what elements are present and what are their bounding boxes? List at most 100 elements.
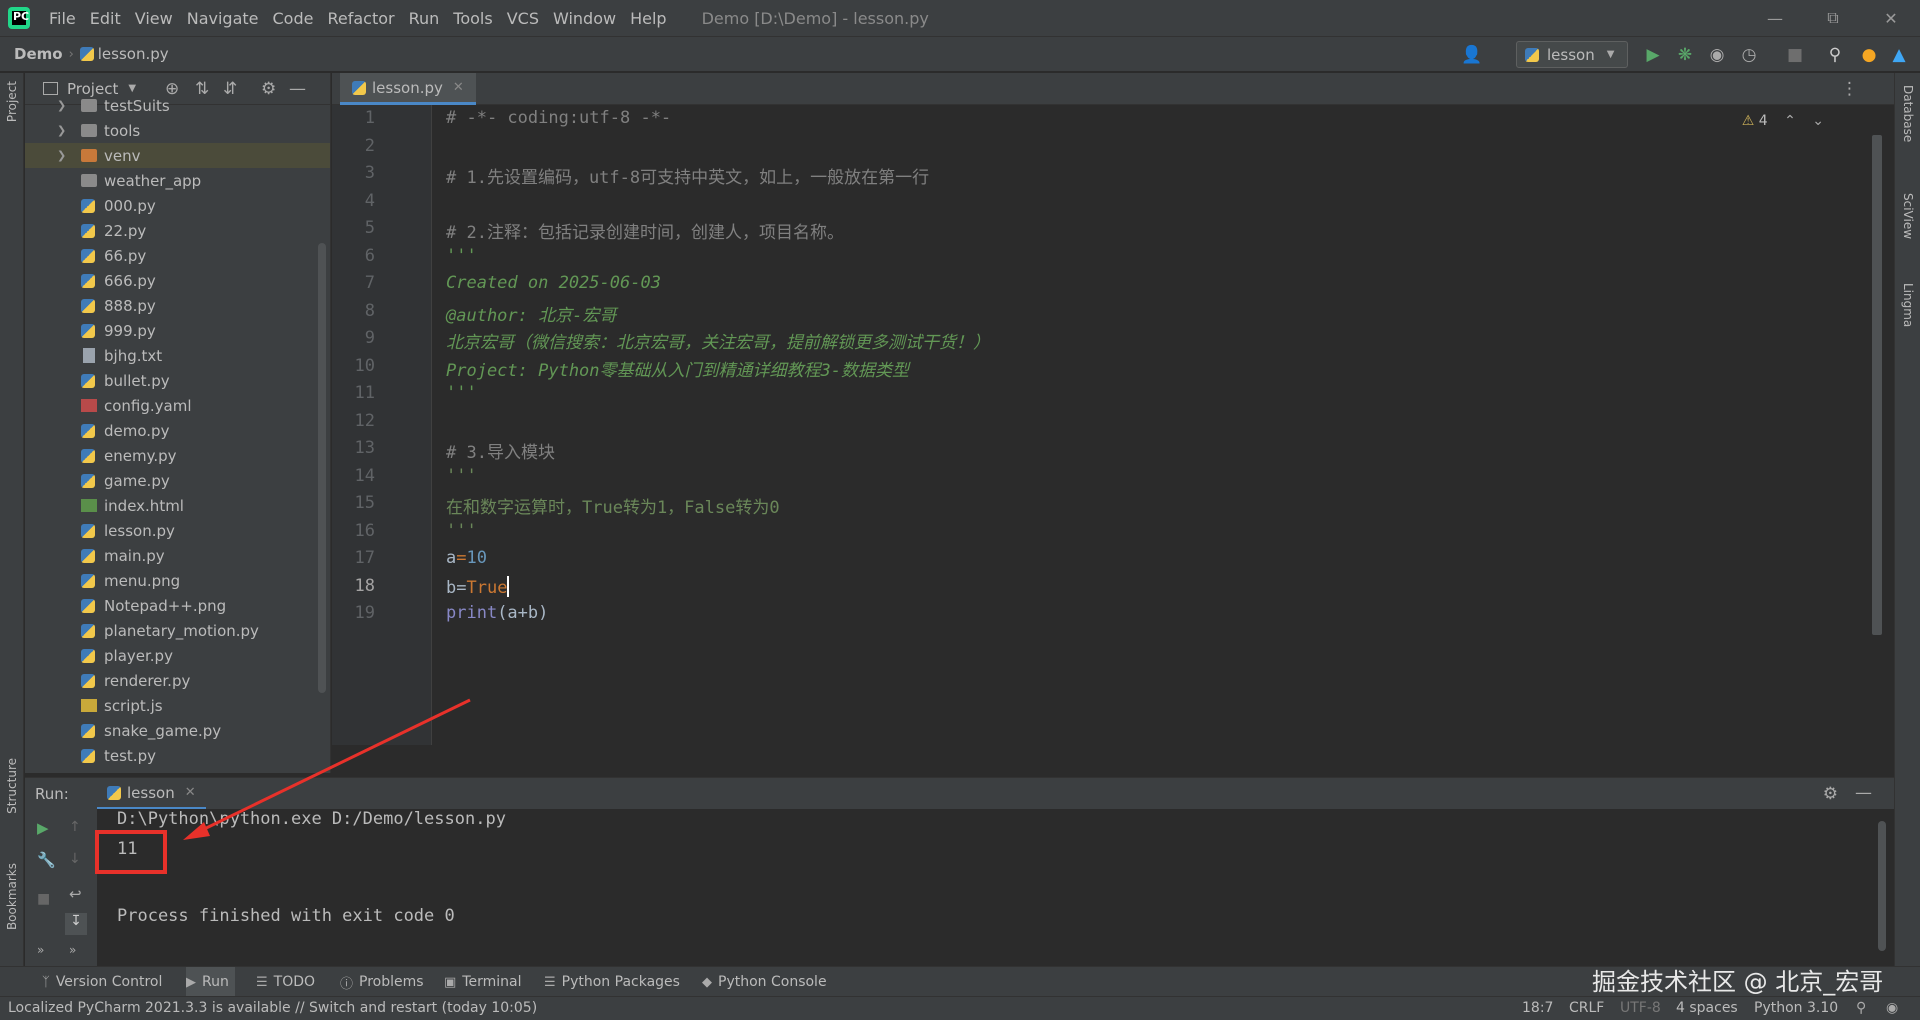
tree-item[interactable]: 22.py bbox=[25, 218, 330, 243]
tree-item[interactable]: renderer.py bbox=[25, 668, 330, 693]
soft-wrap-icon[interactable]: ↩ bbox=[69, 885, 82, 903]
tree-item[interactable]: menu.png bbox=[25, 568, 330, 593]
terminal-button[interactable]: ▣ Terminal bbox=[444, 967, 521, 997]
arrow-down-icon[interactable]: ↓ bbox=[69, 851, 81, 867]
run-tool-button[interactable]: ▶ Run bbox=[186, 967, 235, 997]
editor-scrollbar[interactable] bbox=[1872, 135, 1882, 635]
python-interpreter[interactable]: Python 3.10 bbox=[1754, 1000, 1838, 1016]
run-icon[interactable]: ▶ bbox=[1641, 43, 1665, 67]
chevron-down-icon[interactable]: ⌄ bbox=[1812, 113, 1824, 129]
tree-item[interactable]: lesson.py bbox=[25, 518, 330, 543]
tree-item[interactable]: index.html bbox=[25, 493, 330, 518]
close-icon[interactable]: ✕ bbox=[453, 80, 464, 95]
chevron-right-icon[interactable]: ❯ bbox=[57, 99, 66, 112]
scroll-to-end-icon[interactable]: ↧ bbox=[65, 913, 87, 935]
tree-item[interactable]: test.py bbox=[25, 743, 330, 768]
file-encoding[interactable]: UTF-8 bbox=[1620, 1000, 1661, 1016]
profile-icon[interactable]: ◷ bbox=[1737, 43, 1761, 67]
version-control-button[interactable]: ᛉ Version Control bbox=[42, 967, 162, 997]
breadcrumb-file[interactable]: lesson.py bbox=[98, 45, 169, 63]
close-icon[interactable]: ✕ bbox=[1862, 0, 1920, 36]
menu-view[interactable]: View bbox=[128, 9, 180, 28]
indent-setting[interactable]: 4 spaces bbox=[1676, 1000, 1738, 1016]
tree-item[interactable]: config.yaml bbox=[25, 393, 330, 418]
update-icon[interactable]: ● bbox=[1857, 43, 1881, 67]
debug-icon[interactable]: ❋ bbox=[1673, 43, 1697, 67]
tree-item[interactable]: bullet.py bbox=[25, 368, 330, 393]
expand-more-icon[interactable]: » bbox=[69, 943, 76, 957]
chevron-right-icon[interactable]: ❯ bbox=[57, 149, 66, 162]
run-tab-lesson[interactable]: lesson ✕ bbox=[97, 778, 206, 810]
tree-item[interactable]: main.py bbox=[25, 543, 330, 568]
structure-tool-button[interactable]: Structure bbox=[5, 758, 19, 814]
todo-button[interactable]: ☰ TODO bbox=[256, 967, 315, 997]
sciview-tool-button[interactable]: SciView bbox=[1901, 193, 1915, 239]
tree-item[interactable]: ❯ tools bbox=[25, 118, 330, 143]
search-icon[interactable]: ⚲ bbox=[1823, 43, 1847, 67]
rerun-icon[interactable]: ▶ bbox=[37, 819, 49, 837]
hide-icon[interactable]: — bbox=[1855, 783, 1872, 803]
tree-item[interactable]: 666.py bbox=[25, 268, 330, 293]
tree-item[interactable]: 66.py bbox=[25, 243, 330, 268]
menu-code[interactable]: Code bbox=[266, 9, 321, 28]
problems-button[interactable]: ⓘ Problems bbox=[340, 967, 424, 997]
python-packages-button[interactable]: ☰ Python Packages bbox=[544, 967, 680, 997]
expand-more-icon[interactable]: » bbox=[37, 943, 44, 957]
run-console[interactable]: D:\Python\python.exe D:/Demo/lesson.py 1… bbox=[97, 809, 1894, 966]
wrench-icon[interactable]: 🔧 bbox=[37, 851, 56, 869]
tree-item[interactable]: 999.py bbox=[25, 318, 330, 343]
tree-item[interactable]: enemy.py bbox=[25, 443, 330, 468]
line-separator[interactable]: CRLF bbox=[1569, 1000, 1604, 1016]
bookmarks-tool-button[interactable]: Bookmarks bbox=[5, 863, 19, 930]
tree-item[interactable]: ❯ venv bbox=[25, 143, 330, 168]
tree-item[interactable]: 888.py bbox=[25, 293, 330, 318]
gear-icon[interactable]: ⚙ bbox=[1823, 784, 1838, 804]
lingma-tool-button[interactable]: Lingma bbox=[1901, 283, 1915, 327]
project-tool-button[interactable]: Project bbox=[5, 81, 19, 122]
menu-navigate[interactable]: Navigate bbox=[180, 9, 266, 28]
plugin-icon[interactable]: ▲ bbox=[1887, 43, 1911, 67]
menu-file[interactable]: File bbox=[42, 9, 83, 28]
inspection-widget[interactable]: ⚠ 4 ⌃ ⌄ bbox=[1742, 113, 1824, 129]
chevron-right-icon[interactable]: ❯ bbox=[57, 124, 66, 137]
menu-help[interactable]: Help bbox=[623, 9, 673, 28]
more-icon[interactable]: ⋮ bbox=[1841, 79, 1858, 99]
tree-item[interactable]: ❯ testSuits bbox=[25, 93, 330, 118]
breadcrumb-project[interactable]: Demo bbox=[14, 45, 63, 63]
tree-item[interactable]: planetary_motion.py bbox=[25, 618, 330, 643]
arrow-up-icon[interactable]: ↑ bbox=[69, 819, 81, 835]
user-icon[interactable]: 👤 bbox=[1460, 43, 1484, 67]
tree-item[interactable]: snake_game.py bbox=[25, 718, 330, 743]
tree-item[interactable]: weather_app bbox=[25, 168, 330, 193]
status-message[interactable]: Localized PyCharm 2021.3.3 is available … bbox=[8, 1000, 537, 1016]
menu-refactor[interactable]: Refactor bbox=[320, 9, 401, 28]
tab-lesson-py[interactable]: lesson.py ✕ bbox=[340, 73, 476, 105]
database-tool-button[interactable]: Database bbox=[1901, 85, 1915, 142]
console-scrollbar[interactable] bbox=[1878, 821, 1886, 951]
tree-item[interactable]: script.js bbox=[25, 693, 330, 718]
menu-vcs[interactable]: VCS bbox=[500, 9, 546, 28]
minimize-icon[interactable]: — bbox=[1746, 0, 1804, 36]
tree-scrollbar[interactable] bbox=[318, 243, 326, 693]
tree-item[interactable]: player.py bbox=[25, 643, 330, 668]
code-editor[interactable]: ⚠ 4 ⌃ ⌄ bbox=[433, 105, 1894, 745]
tree-item[interactable]: bjhg.txt bbox=[25, 343, 330, 368]
coverage-icon[interactable]: ◉ bbox=[1705, 43, 1729, 67]
tree-item[interactable]: game.py bbox=[25, 468, 330, 493]
tree-item[interactable]: Notepad++.png bbox=[25, 593, 330, 618]
caret-position[interactable]: 18:7 bbox=[1522, 1000, 1553, 1016]
chevron-up-icon[interactable]: ⌃ bbox=[1784, 113, 1796, 129]
menu-run[interactable]: Run bbox=[402, 9, 447, 28]
stop-icon[interactable]: ■ bbox=[1783, 43, 1807, 67]
run-config-select[interactable]: lesson ▼ bbox=[1516, 41, 1628, 68]
stop-icon[interactable]: ■ bbox=[37, 891, 50, 907]
menu-tools[interactable]: Tools bbox=[446, 9, 499, 28]
menu-edit[interactable]: Edit bbox=[83, 9, 128, 28]
lock-icon[interactable]: ⚲ bbox=[1856, 1000, 1866, 1016]
close-icon[interactable]: ✕ bbox=[185, 785, 196, 800]
python-console-button[interactable]: ◆ Python Console bbox=[702, 967, 827, 997]
restore-icon[interactable]: ⧉ bbox=[1804, 0, 1862, 36]
tree-item[interactable]: demo.py bbox=[25, 418, 330, 443]
notifications-icon[interactable]: ◉ bbox=[1886, 1000, 1898, 1016]
menu-window[interactable]: Window bbox=[546, 9, 623, 28]
